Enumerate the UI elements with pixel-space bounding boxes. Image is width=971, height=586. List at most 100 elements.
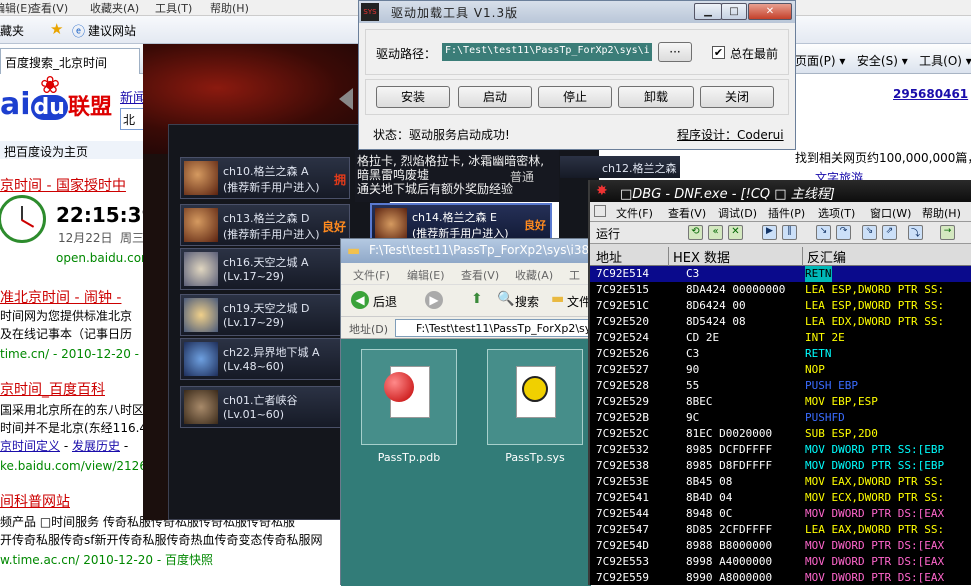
disasm-row[interactable]: 7C92E52B 9C PUSHFD	[590, 410, 971, 426]
ie-tab-active[interactable]: 百度搜索_北京时间	[0, 48, 140, 74]
minimize-icon[interactable]: ▁	[694, 3, 722, 20]
set-home-link[interactable]: 把百度设为主页	[0, 141, 143, 159]
debugger-menu-window[interactable]: 窗口(W)	[870, 205, 911, 221]
close-process-icon[interactable]: ✕	[728, 225, 743, 240]
ie-menu-help[interactable]: 帮助(H)	[210, 0, 249, 16]
explorer-menu-fav[interactable]: 收藏(A)	[515, 267, 553, 283]
channel-item[interactable]: ch13.格兰之森 D (推荐新手用户进入) 良好	[180, 204, 350, 246]
channel-item-c[interactable]: ch12.格兰之森 C	[560, 156, 680, 178]
ie-menu-tools[interactable]: 工具(T)	[155, 0, 192, 16]
result4-title[interactable]: 间科普网站	[0, 491, 70, 511]
debugger-menu-help[interactable]: 帮助(H)	[922, 205, 961, 221]
topmost-checkbox[interactable]: ✔	[712, 46, 725, 59]
disasm-row[interactable]: 7C92E538 8985 D8FDFFFF MOV DWORD PTR SS:[E…	[590, 458, 971, 474]
back-arrow-icon[interactable]: ◀	[351, 291, 369, 309]
ie-tools-menu[interactable]: 工具(O)	[919, 54, 962, 68]
channel-item[interactable]: ch16.天空之城 A (Lv.17~29)	[180, 248, 350, 290]
favorites-star-icon[interactable]: ★	[50, 20, 63, 38]
disasm-row[interactable]: 7C92E544 8948 0C MOV DWORD PTR DS:[EAX	[590, 506, 971, 522]
ie-right-tools: 页面(P) ▾ 安全(S) ▾ 工具(O) ▾	[795, 54, 971, 68]
back-button[interactable]: 后退	[373, 293, 397, 310]
file-item[interactable]	[487, 349, 583, 445]
channel-item[interactable]: ch10.格兰之森 A (推荐新手用户进入) 拥	[180, 157, 350, 199]
debugger-toolbar: 运行 ⟲ « ✕ ▶ ‖ ↘ ↷ ⇘ ⇗ ⤵ →	[590, 222, 971, 244]
step-over-icon[interactable]: ↷	[836, 225, 851, 240]
forward-arrow-icon[interactable]: ▶	[425, 291, 443, 309]
uninstall-button[interactable]: 卸载	[618, 86, 694, 108]
disasm-hex: 8988 B8000000	[686, 539, 773, 552]
trace-over-icon[interactable]: ⇗	[882, 225, 897, 240]
explorer-menu-view[interactable]: 查看(V)	[461, 267, 499, 283]
ie-safety-menu[interactable]: 安全(S)	[857, 54, 898, 68]
disasm-row[interactable]: 7C92E514 C3 RETN	[590, 266, 971, 282]
disasm-row[interactable]: 7C92E553 8998 A4000000 MOV DWORD PTR DS:[E…	[590, 554, 971, 570]
debugger-menu-plugins[interactable]: 插件(P)	[768, 205, 805, 221]
ie-page-menu[interactable]: 页面(P)	[795, 54, 836, 68]
disasm-row[interactable]: 7C92E532 8985 DCFDFFFF MOV DWORD PTR SS:[E…	[590, 442, 971, 458]
open-icon[interactable]: ⟲	[688, 225, 703, 240]
favorites-label[interactable]: 藏夹	[0, 22, 24, 39]
pause-icon[interactable]: ‖	[782, 225, 797, 240]
folders-icon[interactable]: ▬	[551, 291, 564, 307]
explorer-menu-tools[interactable]: 工	[569, 267, 580, 283]
close-icon[interactable]: ✕	[748, 3, 792, 20]
debugger-system-icon[interactable]	[594, 205, 606, 217]
debugger-menu-file[interactable]: 文件(F)	[616, 205, 653, 221]
trace-into-icon[interactable]: ⇘	[862, 225, 877, 240]
channel-item[interactable]: ch19.天空之城 D (Lv.17~29)	[180, 294, 350, 336]
result3-link-definition[interactable]: 京时间定义	[0, 439, 60, 453]
suggested-sites-link[interactable]: 建议网站	[88, 22, 136, 39]
disasm-row[interactable]: 7C92E524 CD 2E INT 2E	[590, 330, 971, 346]
disasm-row[interactable]: 7C92E541 8B4D 04 MOV ECX,DWORD PTR SS:	[590, 490, 971, 506]
rewind-icon[interactable]: «	[708, 225, 723, 240]
run-icon[interactable]: ▶	[762, 225, 777, 240]
debugger-menu-view[interactable]: 查看(V)	[668, 205, 706, 221]
install-button[interactable]: 安装	[376, 86, 450, 108]
explorer-menu-edit[interactable]: 编辑(E)	[407, 267, 445, 283]
disasm-row[interactable]: 7C92E526 C3 RETN	[590, 346, 971, 362]
debugger-title: □DBG - DNF.exe - [!CQ □ 主线程]	[620, 187, 835, 202]
channel-item-e[interactable]: ch14.格兰之森 E (推荐新手用户进入) 良好	[370, 203, 552, 243]
channel-item[interactable]: ch22.异界地下城 A (Lv.48~60)	[180, 338, 350, 380]
explorer-menu-file[interactable]: 文件(F)	[353, 267, 390, 283]
disasm-row[interactable]: 7C92E515 8DA424 00000000 LEA ESP,DWORD PTR…	[590, 282, 971, 298]
result3-link-history[interactable]: 发展历史	[72, 439, 120, 453]
maximize-icon[interactable]: □	[721, 3, 747, 20]
driver-path-input[interactable]: F:\Test\test11\PassTp_ForXp2\sys\i	[442, 43, 652, 61]
ie-menu-favorites[interactable]: 收藏夹(A)	[90, 0, 139, 16]
disasm-row[interactable]: 7C92E528 55 PUSH EBP	[590, 378, 971, 394]
stop-button[interactable]: 停止	[538, 86, 612, 108]
disasm-row[interactable]: 7C92E547 8D85 2CFDFFFF LEA EAX,DWORD PTR S…	[590, 522, 971, 538]
start-button[interactable]: 启动	[458, 86, 532, 108]
result2-title[interactable]: 准北京时间 - 闹钟 -	[0, 287, 121, 307]
disasm-hex: 8BEC	[686, 395, 713, 408]
debugger-menu-options[interactable]: 选项(T)	[818, 205, 855, 221]
ie-menu-view[interactable]: 查看(V)	[30, 0, 68, 16]
step-into-icon[interactable]: ↘	[816, 225, 831, 240]
search-icon[interactable]: 🔍	[497, 291, 514, 307]
disasm-address: 7C92E553	[596, 555, 649, 568]
disasm-row[interactable]: 7C92E529 8BEC MOV EBP,ESP	[590, 394, 971, 410]
goto-icon[interactable]: →	[940, 225, 955, 240]
disasm-row[interactable]: 7C92E51C 8D6424 00 LEA ESP,DWORD PTR SS:	[590, 298, 971, 314]
up-folder-icon[interactable]: ⬆	[471, 291, 483, 307]
channel-item[interactable]: ch01.亡者峡谷 (Lv.01~60)	[180, 386, 350, 428]
disasm-row[interactable]: 7C92E53E 8B45 08 MOV EAX,DWORD PTR SS:	[590, 474, 971, 490]
disasm-row[interactable]: 7C92E559 8990 A8000000 MOV DWORD PTR DS:[E…	[590, 570, 971, 586]
disasm-row[interactable]: 7C92E54D 8988 B8000000 MOV DWORD PTR DS:[E…	[590, 538, 971, 554]
ie-menu-edit[interactable]: 编辑(E)	[0, 0, 32, 16]
file-item[interactable]	[361, 349, 457, 445]
disasm-row[interactable]: 7C92E520 8D5424 08 LEA EDX,DWORD PTR SS:	[590, 314, 971, 330]
bug-icon: ✸	[596, 183, 608, 199]
search-button[interactable]: 搜索	[515, 293, 539, 310]
address-input[interactable]: F:\Test\test11\PassTp_ForXp2\sys\	[395, 319, 591, 337]
result1-title[interactable]: 京时间 - 国家授时中	[0, 175, 126, 195]
disasm-row[interactable]: 7C92E52C 81EC D0020000 SUB ESP,2D0	[590, 426, 971, 442]
result3-title[interactable]: 京时间_百度百科	[0, 379, 105, 399]
disasm-row[interactable]: 7C92E527 90 NOP	[590, 362, 971, 378]
qq-number-link[interactable]: 295680461	[893, 87, 968, 101]
execute-till-return-icon[interactable]: ⤵	[908, 225, 923, 240]
debugger-menu-debug[interactable]: 调试(D)	[718, 205, 757, 221]
browse-button[interactable]: ···	[658, 42, 692, 62]
close-button[interactable]: 关闭	[700, 86, 774, 108]
